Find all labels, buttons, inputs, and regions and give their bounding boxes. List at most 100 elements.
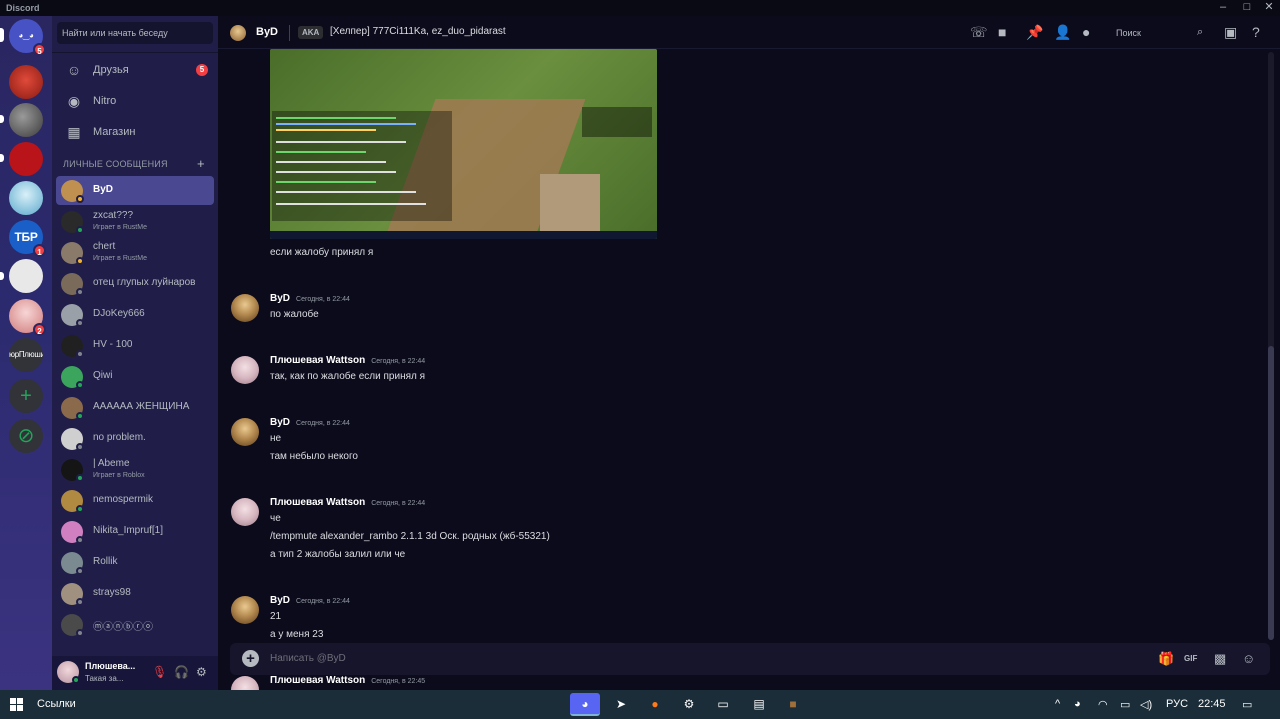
explore-servers-icon[interactable]: ⊘: [9, 419, 43, 453]
avatar[interactable]: [231, 418, 259, 446]
dm-name: Qiwi: [93, 370, 113, 381]
video-call-icon[interactable]: ■: [998, 24, 1006, 40]
headset-icon[interactable]: 🎧: [174, 665, 189, 679]
author-name[interactable]: Плюшевая Wattson: [270, 497, 365, 508]
avatar[interactable]: [231, 498, 259, 526]
gif-button[interactable]: GIF: [1184, 654, 1197, 663]
embedded-taskbar: [270, 231, 657, 239]
pin-icon[interactable]: 📌: [1026, 24, 1043, 41]
guild-tbr[interactable]: ТБР 1: [9, 220, 46, 257]
guild-anime[interactable]: [9, 181, 43, 215]
message-timestamp: Сегодня, в 22:44: [371, 500, 426, 507]
dm-item[interactable]: HV - 100: [56, 331, 214, 360]
guild-red[interactable]: [9, 142, 43, 176]
status-indicator: [76, 567, 84, 575]
guild-plyushi[interactable]: юрПлюши: [9, 338, 43, 372]
maximize-button[interactable]: □: [1237, 0, 1257, 16]
avatar[interactable]: [231, 356, 259, 384]
aka-badge: AKA: [298, 26, 324, 39]
minimize-button[interactable]: –: [1213, 0, 1233, 16]
tray-discord-icon[interactable]: ◕: [1074, 698, 1081, 710]
status-indicator: [76, 257, 84, 265]
message-text: а у меня 23: [270, 629, 324, 640]
message-author[interactable]: ByD Сегодня, в 22:44: [270, 595, 350, 606]
gift-icon[interactable]: 🎁: [1158, 651, 1174, 667]
author-name[interactable]: ByD: [270, 293, 290, 304]
guild-anime2[interactable]: 2: [9, 299, 46, 336]
wifi-icon[interactable]: ◠: [1098, 698, 1108, 711]
message-composer[interactable]: + Написать @ByD 🎁 GIF ▩ ☺: [230, 643, 1270, 675]
dm-item[interactable]: DJoKey666: [56, 300, 214, 329]
message-text: по жалобе: [270, 309, 319, 320]
scrollbar-thumb[interactable]: [1268, 346, 1274, 640]
message-author[interactable]: Плюшевая Wattson Сегодня, в 22:44: [270, 355, 425, 366]
user-profile-icon[interactable]: ●: [1082, 24, 1090, 40]
message-author[interactable]: Плюшевая Wattson Сегодня, в 22:44: [270, 497, 425, 508]
message-timestamp: Сегодня, в 22:44: [296, 296, 350, 303]
author-name[interactable]: ByD: [270, 595, 290, 606]
dm-item[interactable]: strays98: [56, 579, 214, 608]
author-name[interactable]: Плюшевая Wattson: [270, 355, 365, 366]
user-name[interactable]: Плюшева...: [85, 661, 135, 671]
gear-icon[interactable]: ⚙: [196, 665, 207, 679]
telegram-taskbar-icon[interactable]: ➤: [606, 693, 636, 716]
inbox-icon[interactable]: ▣: [1224, 24, 1237, 41]
dm-name: | Abeme: [93, 458, 130, 469]
notifications-icon[interactable]: ▭: [1242, 698, 1252, 711]
close-button[interactable]: ✕: [1259, 0, 1279, 16]
guild-rock[interactable]: [9, 103, 43, 137]
minecraft-taskbar-icon[interactable]: ■: [778, 693, 808, 716]
add-friend-icon[interactable]: 👤: [1054, 24, 1071, 41]
language-indicator[interactable]: РУС: [1166, 698, 1188, 710]
explorer-taskbar-icon[interactable]: ▭: [708, 693, 738, 716]
message-author[interactable]: ByD Сегодня, в 22:44: [270, 293, 350, 304]
nav-nitro[interactable]: ◉ Nitro: [56, 87, 214, 115]
home-button[interactable]: ◕‿◕ 5: [9, 19, 46, 56]
tray-overflow-icon[interactable]: ^: [1055, 698, 1060, 710]
message-timestamp: Сегодня, в 22:45: [371, 678, 426, 685]
guild-paper[interactable]: [9, 259, 43, 293]
dm-item[interactable]: zxcat??? Играет в RustMe: [56, 207, 214, 236]
steam-taskbar-icon[interactable]: ⚙: [674, 693, 704, 716]
dm-item[interactable]: Nikita_Impruf[1]: [56, 517, 214, 546]
battery-icon[interactable]: ▭: [1120, 698, 1130, 711]
create-dm-button[interactable]: +: [197, 156, 205, 171]
dm-item[interactable]: ⓜⓐⓝⓑⓡⓞ: [56, 610, 214, 639]
dm-item[interactable]: nemospermik: [56, 486, 214, 515]
dm-item[interactable]: no problem.: [56, 424, 214, 453]
message-author[interactable]: Плюшевая Wattson Сегодня, в 22:45: [270, 675, 425, 686]
avatar[interactable]: [231, 294, 259, 322]
discord-taskbar-icon[interactable]: ◕: [570, 693, 600, 716]
dm-search-input[interactable]: Найти или начать беседу: [57, 22, 213, 44]
dm-item[interactable]: Rollik: [56, 548, 214, 577]
message-input[interactable]: Написать @ByD: [270, 653, 346, 664]
dm-item[interactable]: АААААА ЖЕНЩИНА: [56, 393, 214, 422]
links-toolbar[interactable]: Ссылки: [37, 698, 76, 710]
nav-friends[interactable]: ☺ Друзья 5: [56, 56, 214, 84]
volume-icon[interactable]: ◁): [1140, 698, 1152, 711]
notepad-taskbar-icon[interactable]: ▤: [744, 693, 774, 716]
dm-item[interactable]: отец глупых луйнаров: [56, 269, 214, 298]
author-name[interactable]: Плюшевая Wattson: [270, 675, 365, 686]
dm-item[interactable]: Qiwi: [56, 362, 214, 391]
add-server-button[interactable]: +: [9, 379, 43, 413]
clock[interactable]: 22:45: [1198, 698, 1226, 710]
avatar[interactable]: [231, 596, 259, 624]
guild-krabs[interactable]: [9, 65, 43, 99]
emoji-icon[interactable]: ☺: [1242, 651, 1255, 666]
help-icon[interactable]: ?: [1252, 24, 1260, 40]
screenshot-attachment[interactable]: [270, 49, 657, 239]
dm-item[interactable]: ByD: [56, 176, 214, 205]
attach-button[interactable]: +: [242, 650, 259, 667]
dm-item[interactable]: chert Играет в RustMe: [56, 238, 214, 267]
message-author[interactable]: ByD Сегодня, в 22:44: [270, 417, 350, 428]
call-icon[interactable]: ☏: [970, 24, 988, 41]
firefox-taskbar-icon[interactable]: ●: [640, 693, 670, 716]
sticker-icon[interactable]: ▩: [1214, 651, 1226, 667]
author-name[interactable]: ByD: [270, 417, 290, 428]
os-taskbar: Ссылки ◕ ➤ ● ⚙ ▭ ▤ ■ ^ ◕ ◠ ▭ ◁) РУС 22:4…: [0, 690, 1280, 719]
nav-shop[interactable]: ▦ Магазин: [56, 118, 214, 146]
dm-item[interactable]: | Abeme Играет в Roblox: [56, 455, 214, 484]
mic-muted-icon[interactable]: 🎙: [152, 665, 167, 679]
windows-start-icon[interactable]: [10, 698, 24, 712]
